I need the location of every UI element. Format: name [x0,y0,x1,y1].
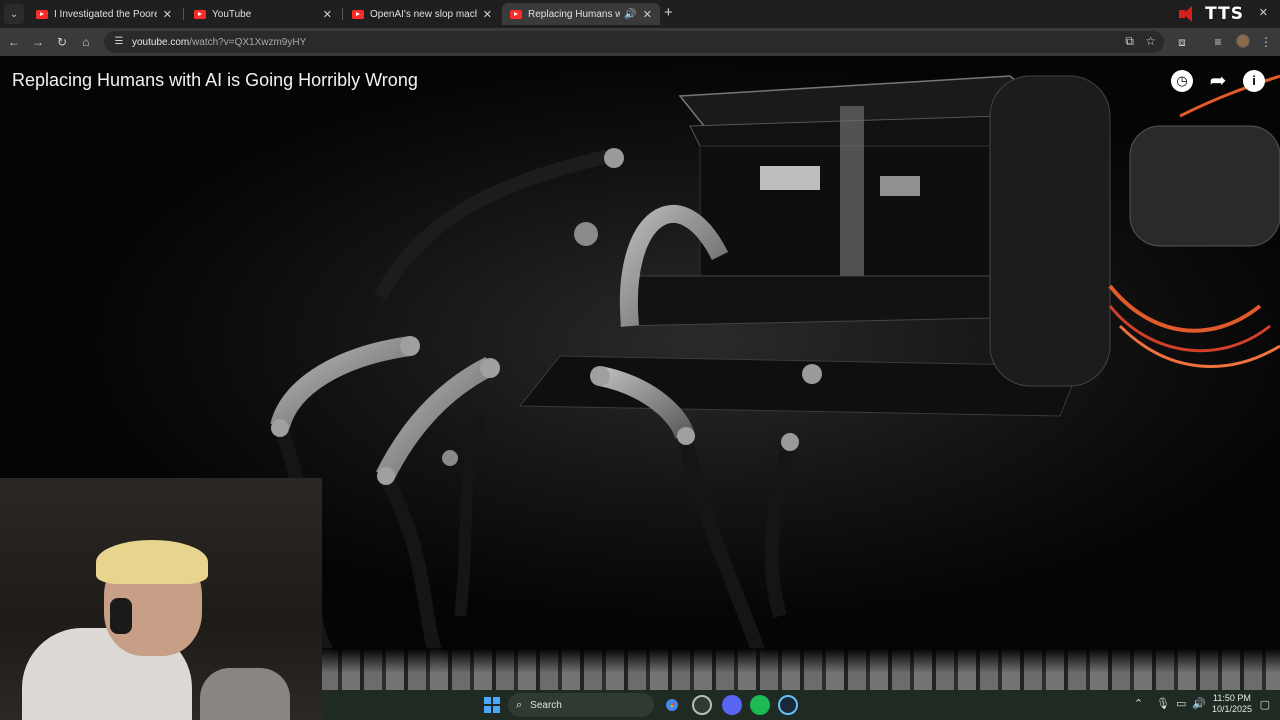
tab-poorest-town[interactable]: I Investigated the Poorest Town ✕ [28,3,180,25]
tab-separator [183,8,184,20]
headset [110,598,132,634]
more-menu-icon[interactable]: ⋮ [1258,34,1274,50]
tab-title: I Investigated the Poorest Town [54,8,157,20]
address-bar[interactable]: ☰ youtube.com/watch?v=QX1Xwzm9yHY ⧉ ☆ [104,31,1164,53]
video-title[interactable]: Replacing Humans with AI is Going Horrib… [12,70,418,91]
tab-close-icon[interactable]: ✕ [323,8,332,21]
steam-app-icon[interactable] [778,695,798,715]
bookmark-star-icon[interactable]: ☆ [1145,34,1156,48]
start-button-windows-icon[interactable] [484,697,500,713]
url-domain: youtube.com [132,36,190,48]
muted-speaker-icon [1177,5,1201,23]
tab-replacing-humans[interactable]: Replacing Humans with AI 🔊 ✕ [502,3,660,25]
browser-toolbar: ← → ↻ ⌂ ☰ youtube.com/watch?v=QX1Xwzm9yH… [0,28,1280,56]
tts-label: TTS [1205,4,1244,24]
youtube-favicon-icon [194,9,206,19]
tab-title: YouTube [212,8,252,20]
microphone-icon[interactable]: 🎙 [1156,697,1170,710]
new-tab-button[interactable]: + [664,4,673,21]
tab-close-icon[interactable]: ✕ [643,8,652,21]
tab-strip: ⌄ I Investigated the Poorest Town ✕ YouT… [0,0,1280,28]
tab-title: OpenAI's new slop machine is [370,8,477,20]
extensions-icon[interactable]: ⧈ [1174,34,1190,50]
tab-close-icon[interactable]: ✕ [483,8,492,21]
tts-overlay-logo: TTS [1177,4,1244,24]
site-info-icon[interactable]: ☰ [112,35,126,49]
search-icon: ⌕ [516,698,523,711]
volume-icon[interactable]: 🔊 [1192,697,1206,710]
streamer-webcam [0,478,322,720]
tray-overflow-chevron-icon[interactable]: ⌃ [1134,697,1143,710]
tab-close-icon[interactable]: ✕ [163,8,172,21]
share-icon[interactable]: ➦ [1207,70,1229,92]
youtube-favicon-icon [510,9,522,19]
url-path: /watch?v=QX1Xwzm9yHY [189,36,307,48]
clock-time: 11:50 PM [1213,693,1251,703]
forward-arrow-icon[interactable]: → [30,34,46,50]
youtube-favicon-icon [36,9,48,19]
person-hair [96,540,208,584]
tab-youtube[interactable]: YouTube ✕ [186,3,340,25]
network-icon[interactable]: ▭ [1176,697,1186,710]
back-arrow-icon[interactable]: ← [6,34,22,50]
obs-app-icon[interactable] [692,695,712,715]
install-app-icon[interactable]: ⧉ [1125,34,1134,49]
chair [200,668,290,720]
discord-app-icon[interactable] [722,695,742,715]
youtube-favicon-icon [352,9,364,19]
system-clock[interactable]: 11:50 PM 10/1/2025 [1212,693,1252,715]
audio-playing-icon[interactable]: 🔊 [624,9,636,20]
tab-title: Replacing Humans with AI [528,8,621,20]
notification-icon[interactable]: ▢ [1260,698,1270,711]
home-icon[interactable]: ⌂ [78,34,94,50]
url-text[interactable]: youtube.com/watch?v=QX1Xwzm9yHY [132,37,306,48]
tab-search-button[interactable]: ⌄ [4,4,24,24]
chrome-app-icon[interactable] [662,695,682,715]
spotify-app-icon[interactable] [750,695,770,715]
textured-floor [320,648,1280,690]
media-controls-icon[interactable]: ≡ [1210,34,1226,50]
search-label: Search [530,699,562,711]
reload-icon[interactable]: ↻ [54,34,70,50]
chevron-down-icon: ⌄ [9,8,19,20]
profile-avatar[interactable] [1236,34,1250,48]
info-icon[interactable]: i [1243,70,1265,92]
taskbar-search[interactable]: ⌕ Search [508,693,654,717]
clock-date: 10/1/2025 [1211,704,1252,714]
window-close-icon[interactable]: ✕ [1259,6,1268,19]
windows-taskbar: ⌕ Search ⌃ 🎙 ▭ 🔊 11:50 PM 10/1/2025 ▢ [322,690,1280,720]
clock-icon[interactable]: ◷ [1171,70,1193,92]
tab-separator [342,8,343,20]
tab-openai-slop[interactable]: OpenAI's new slop machine is ✕ [344,3,500,25]
